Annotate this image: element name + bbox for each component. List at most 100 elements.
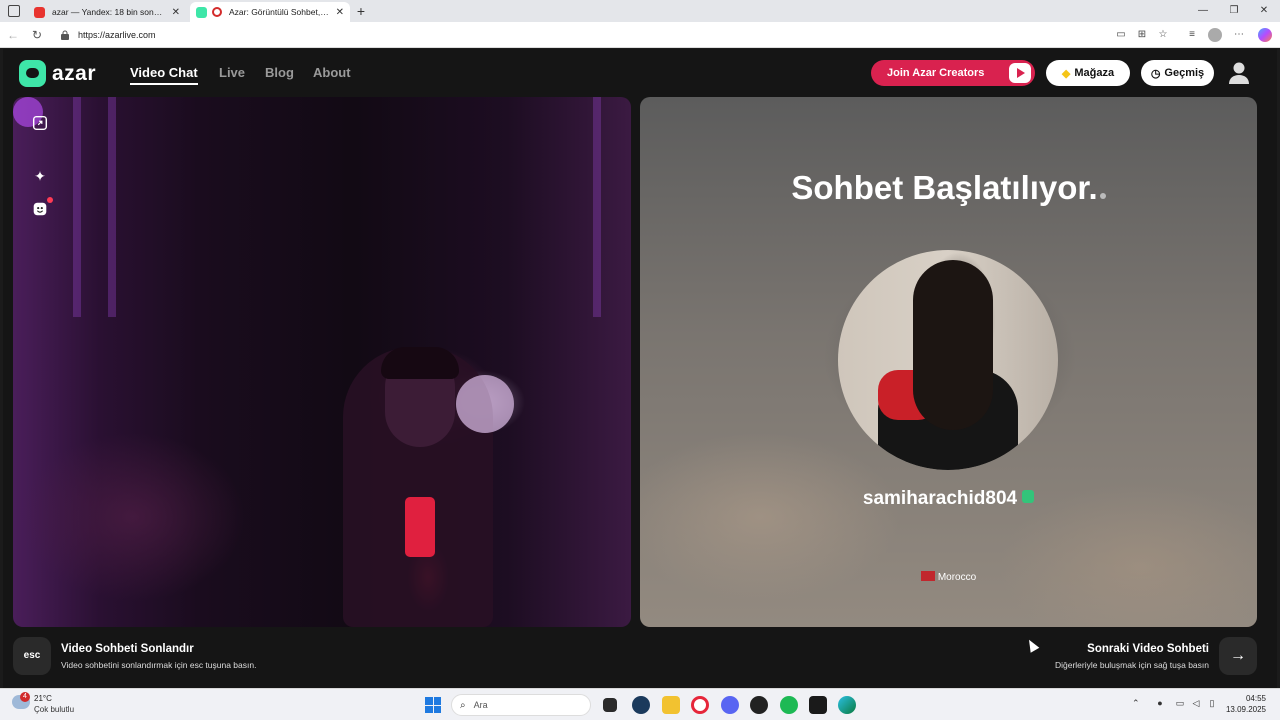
next-chat-button[interactable]: → (1219, 637, 1257, 675)
more-menu-icon[interactable]: ⋯ (1232, 28, 1246, 42)
shop-button[interactable]: ◆ Mağaza (1046, 60, 1130, 86)
close-window-button[interactable]: ✕ (1256, 3, 1272, 19)
close-tab-icon[interactable]: ✕ (336, 7, 344, 18)
weather-temperature[interactable]: 21°C (34, 694, 52, 703)
join-creators-button[interactable]: Join Azar Creators (871, 60, 1035, 86)
search-placeholder: Ara (473, 700, 488, 710)
search-icon: ⌕ (460, 699, 466, 711)
nav-about[interactable]: About (313, 65, 351, 80)
notification-dot (47, 197, 53, 203)
logo-text: azar (52, 61, 97, 85)
curtain-stripe (73, 97, 81, 317)
network-icon[interactable]: ▭ (1174, 698, 1186, 710)
end-chat-description: Video sohbetini sonlandırmak için esc tu… (61, 660, 257, 670)
verified-badge-icon (1022, 490, 1035, 503)
profile-icon[interactable] (1208, 28, 1222, 42)
file-explorer-icon[interactable] (662, 696, 680, 714)
user-icon[interactable] (1228, 61, 1250, 85)
favorite-star-icon[interactable]: ☆ (1156, 28, 1170, 42)
tab-actions-icon[interactable] (8, 5, 20, 17)
windows-start-icon[interactable] (425, 697, 441, 713)
back-button[interactable]: ← (4, 26, 22, 44)
edge-icon[interactable] (838, 696, 856, 714)
show-hidden-icons-icon[interactable]: ⌃ (1132, 698, 1140, 709)
nav-blog[interactable]: Blog (265, 65, 294, 80)
tab-title: Azar: Görüntülü Sohbet, Arka (229, 7, 330, 17)
url-text: https://azarlive.com (78, 30, 156, 40)
azar-favicon-icon (196, 6, 207, 18)
nav-video-chat[interactable]: Video Chat (130, 65, 198, 80)
yandex-favicon-icon (34, 6, 45, 18)
person-hair (381, 347, 459, 379)
close-tab-icon[interactable]: ✕ (172, 7, 180, 18)
microphone (405, 497, 435, 557)
lock-icon (61, 30, 69, 40)
favorites-icon[interactable]: ≡ (1185, 28, 1199, 42)
peer-country: Morocco (937, 572, 977, 583)
mouse-cursor-icon (1024, 637, 1040, 653)
screen-share-icon[interactable]: ▭ (1114, 28, 1128, 42)
windows-taskbar: 4 21°C Çok bulutlu ⌕ Ara ⌃ ● ▭ ◁ ▯ 04:55… (0, 688, 1280, 720)
browser-toolbar: ← ↻ https://azarlive.com ▭ ⊞ ☆ ≡ ⋯ (0, 22, 1280, 48)
peer-avatar (838, 250, 1058, 470)
task-view-icon[interactable] (603, 698, 617, 712)
peer-username: samiharachid804 (862, 488, 1018, 509)
clock-date[interactable]: 13.09.2025 (1226, 705, 1266, 714)
azar-page: azar Video Chat Live Blog About Join Aza… (3, 49, 1277, 688)
peer-hair (913, 260, 993, 430)
self-camera-video (13, 97, 631, 627)
maximize-button[interactable]: ❐ (1226, 3, 1242, 19)
expand-icon[interactable] (30, 114, 50, 134)
peer-video-panel: Sohbet Başlatılıyor. samiharachid804 Mor… (640, 97, 1257, 627)
discord-icon[interactable] (721, 696, 739, 714)
browser-tab-strip: azar — Yandex: 18 bin sonuç bulu ✕ Azar:… (0, 0, 1280, 22)
diamond-icon: ◆ (1061, 67, 1071, 80)
battery-icon[interactable]: ▯ (1206, 698, 1218, 710)
history-button[interactable]: ◷ Geçmiş (1141, 60, 1214, 86)
connecting-status-text: Sohbet Başlatılıyor. (791, 169, 1098, 206)
app-icon[interactable] (809, 696, 827, 714)
curtain-stripe (108, 97, 116, 317)
refresh-button[interactable]: ↻ (28, 26, 46, 44)
azar-logo[interactable]: azar (19, 60, 96, 87)
volume-icon[interactable]: ◁ (1190, 698, 1202, 710)
split-screen-icon[interactable]: ⊞ (1135, 28, 1149, 42)
morocco-flag-icon (920, 571, 935, 581)
new-tab-button[interactable]: + (352, 2, 370, 20)
history-label: Geçmiş (1164, 67, 1205, 79)
opera-icon[interactable] (691, 696, 709, 714)
spotify-icon[interactable] (780, 696, 798, 714)
peer-username-row: samiharachid804 (640, 488, 1257, 510)
plush-toy (456, 375, 514, 433)
minimize-button[interactable]: — (1195, 3, 1211, 19)
face-filter-icon[interactable] (30, 200, 50, 220)
curtain-stripe (593, 97, 601, 317)
clock-time[interactable]: 04:55 (1246, 694, 1266, 703)
connecting-status: Sohbet Başlatılıyor. (640, 169, 1257, 207)
next-chat-description: Diğerleriyle buluşmak için sağ tuşa bası… (1054, 660, 1209, 670)
weather-condition[interactable]: Çok bulutlu (34, 705, 74, 714)
loading-dot (1099, 193, 1106, 199)
next-chat-title: Sonraki Video Sohbeti (1087, 643, 1209, 655)
tab-azar[interactable]: Azar: Görüntülü Sohbet, Arka ✕ (190, 2, 350, 22)
github-icon[interactable] (750, 696, 768, 714)
address-bar[interactable]: https://azarlive.com (54, 25, 1084, 45)
nav-live[interactable]: Live (219, 65, 245, 80)
tab-title: azar — Yandex: 18 bin sonuç bulu (52, 7, 166, 17)
clock-icon: ◷ (1150, 67, 1161, 80)
tab-yandex[interactable]: azar — Yandex: 18 bin sonuç bulu ✕ (28, 2, 186, 22)
azar-logo-icon (19, 60, 46, 87)
recording-icon (212, 7, 222, 17)
copilot-icon[interactable] (1258, 28, 1272, 42)
taskbar-search[interactable]: ⌕ Ara (451, 694, 591, 716)
peer-country-row: Morocco (640, 571, 1257, 583)
join-creators-label: Join Azar Creators (887, 67, 985, 79)
play-icon (1009, 63, 1031, 83)
shop-label: Mağaza (1074, 67, 1115, 79)
microphone-icon[interactable]: ● (1154, 698, 1166, 710)
end-chat-button[interactable]: esc (13, 637, 51, 675)
weather-alert-badge: 4 (20, 692, 30, 702)
active-nav-underline (130, 83, 198, 85)
steam-icon[interactable] (632, 696, 650, 714)
sparkle-effects-icon[interactable]: ✦ (30, 166, 50, 186)
